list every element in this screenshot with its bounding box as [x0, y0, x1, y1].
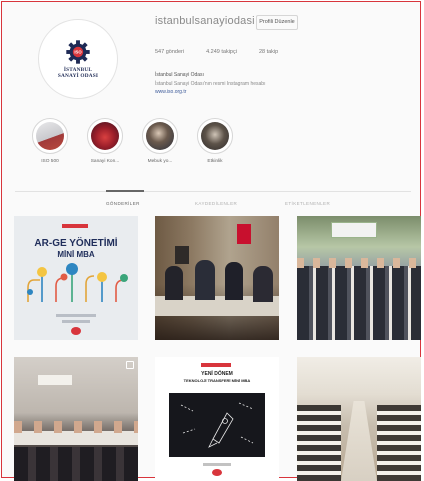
highlight-thumbnail [91, 122, 119, 150]
highlight-item[interactable]: ISO 500 [32, 118, 68, 164]
bio-link[interactable]: www.iso.org.tr [155, 88, 265, 97]
highlight-thumbnail [36, 122, 64, 150]
profile-avatar[interactable]: ISO İSTANBUL SANAYİ ODASI [38, 19, 118, 99]
bio-text: İstanbul Sanayi Odası'nın resmi Instagra… [155, 80, 266, 87]
highlight-thumbnail [201, 122, 229, 150]
highlight-item[interactable]: Sanayi Kon... [87, 118, 123, 164]
post-thumbnail[interactable]: YENİ DÖNEM TEKNOLOJİ TRANSFERİ MİNİ MBA [155, 357, 279, 481]
aisle-shape [341, 401, 377, 481]
post-footer-icon [71, 327, 81, 335]
tabs-divider [15, 191, 411, 192]
post-logo [62, 224, 88, 228]
post-thumbnail[interactable] [14, 357, 138, 481]
post-thumbnail[interactable] [297, 216, 421, 340]
highlight-label: Etkinlik [207, 159, 223, 164]
lightbulbs-illustration [27, 263, 128, 302]
profile-bio: İstanbul Sanayi Odası İstanbul Sanayi Od… [155, 71, 265, 97]
highlight-item[interactable]: Etkinlik [197, 118, 233, 164]
edit-profile-button[interactable]: Profili Düzenle [256, 15, 298, 30]
rocket-icon [180, 402, 254, 448]
sign-shape [331, 222, 377, 238]
flag-shape [237, 224, 251, 244]
rocket-chalkboard [169, 393, 265, 457]
post-title: YENİ DÖNEM [201, 371, 233, 377]
story-highlights: ISO 500 Sanayi Kon... Mebuk yo... Etkinl… [32, 118, 233, 164]
active-tab-indicator [106, 190, 144, 192]
post-title: AR-GE YÖNETİMİ [34, 238, 118, 249]
highlight-label: Mebuk yo... [147, 159, 173, 164]
post-subtitle: MİNİ MBA [57, 250, 95, 259]
post-footer-icon [212, 469, 222, 476]
bio-name: İstanbul Sanayi Odası [155, 72, 204, 78]
post-subtitle: TEKNOLOJİ TRANSFERİ MİNİ MBA [183, 378, 251, 383]
tab-saved[interactable]: KAYDEDİLENLER [195, 201, 237, 206]
iso-logo: ISO İSTANBUL SANAYİ ODASI [43, 24, 113, 94]
screenshot-frame: ISO İSTANBUL SANAYİ ODASI istanbulsanayi… [1, 1, 421, 481]
posts-count[interactable]: 547 gönderi [155, 49, 184, 55]
profile-stats: 547 gönderi 4.249 takipçi 28 takip [155, 49, 278, 55]
post-thumbnail[interactable] [155, 216, 279, 340]
followers-count[interactable]: 4.249 takipçi [206, 49, 237, 55]
post-thumbnail[interactable] [297, 357, 421, 481]
profile-username: istanbulsanayiodasi [155, 15, 255, 27]
gear-logo-icon: ISO [66, 40, 90, 64]
highlight-label: ISO 500 [41, 159, 59, 164]
logo-line-2: SANAYİ ODASI [57, 73, 99, 79]
following-count[interactable]: 28 takip [259, 49, 278, 55]
highlight-label: Sanayi Kon... [90, 159, 120, 164]
logo-wordmark: İSTANBUL SANAYİ ODASI [58, 67, 98, 79]
tab-tagged[interactable]: ETİKETLENENLER [285, 201, 330, 206]
tab-posts[interactable]: GÖNDERİLER [106, 201, 140, 206]
highlight-thumbnail [146, 122, 174, 150]
post-logo [201, 363, 231, 367]
logo-mark-text: ISO [74, 50, 82, 55]
post-thumbnail[interactable]: AR-GE YÖNETİMİ MİNİ MBA [14, 216, 138, 340]
highlight-item[interactable]: Mebuk yo... [142, 118, 178, 164]
carousel-icon [126, 361, 134, 369]
